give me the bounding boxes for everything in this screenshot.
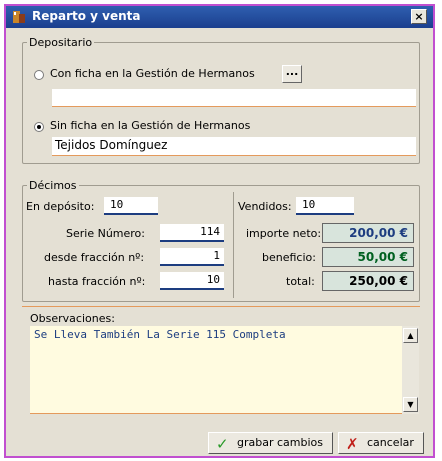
save-button-label: grabar cambios (237, 436, 323, 449)
radio-con-ficha[interactable] (34, 70, 44, 80)
serie-input[interactable]: 114 (160, 224, 224, 242)
vendidos-input[interactable]: 10 (296, 197, 354, 215)
option-sin-ficha-label[interactable]: Sin ficha en la Gestión de Hermanos (50, 119, 250, 132)
close-button[interactable]: × (411, 9, 427, 24)
total-label: total: (286, 275, 315, 288)
sin-ficha-input[interactable]: Tejidos Domínguez (52, 137, 416, 156)
con-ficha-input[interactable] (52, 89, 416, 107)
observaciones-textarea[interactable]: Se Lleva También La Serie 115 Completa (30, 326, 402, 414)
total-value: 250,00 € (322, 271, 414, 291)
decimos-divider (233, 192, 234, 298)
window-title: Reparto y venta (32, 9, 141, 23)
decimos-legend: Décimos (29, 179, 77, 192)
en-deposito-input[interactable]: 10 (104, 197, 158, 215)
browse-hermanos-button[interactable]: ... (282, 65, 302, 83)
app-icon (13, 11, 25, 23)
importe-value: 200,00 € (322, 223, 414, 243)
importe-label: importe neto: (246, 227, 322, 240)
checkmark-icon: ✓ (216, 435, 229, 453)
reparto-dialog: Reparto y venta × Depositario Con ficha … (4, 4, 435, 458)
cancel-button-label: cancelar (367, 436, 414, 449)
title-bar: Reparto y venta × (6, 6, 433, 28)
hasta-label: hasta fracción nº: (48, 275, 146, 288)
cancel-button[interactable]: ✗ cancelar (338, 432, 424, 454)
option-con-ficha-label[interactable]: Con ficha en la Gestión de Hermanos (50, 67, 255, 80)
observaciones-separator (22, 306, 420, 307)
desde-label: desde fracción nº: (44, 251, 145, 264)
observaciones-scrollbar[interactable]: ▲ ▼ (402, 326, 419, 414)
save-button[interactable]: ✓ grabar cambios (208, 432, 333, 454)
scroll-up-icon[interactable]: ▲ (403, 328, 418, 343)
scroll-down-icon[interactable]: ▼ (403, 397, 418, 412)
beneficio-label: beneficio: (262, 251, 316, 264)
observaciones-label: Observaciones: (30, 312, 115, 325)
radio-sin-ficha[interactable] (34, 122, 44, 132)
serie-label: Serie Número: (66, 227, 145, 240)
beneficio-value: 50,00 € (322, 247, 414, 267)
vendidos-label: Vendidos: (238, 200, 292, 213)
en-deposito-label: En depósito: (26, 200, 95, 213)
hasta-input[interactable]: 10 (160, 272, 224, 290)
depositario-legend: Depositario (29, 36, 93, 49)
desde-input[interactable]: 1 (160, 248, 224, 266)
cross-icon: ✗ (346, 435, 359, 453)
